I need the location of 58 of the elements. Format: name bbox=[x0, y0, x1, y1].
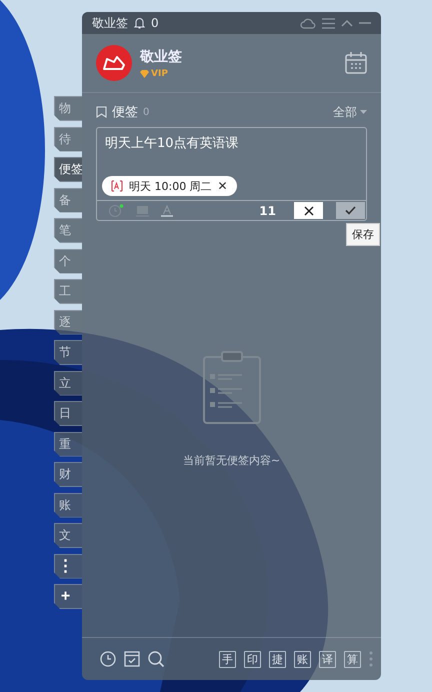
tool-key[interactable]: 译 bbox=[319, 650, 336, 668]
note-editor[interactable]: 明天上午10点有英语课 明天 10:00 周二 ✕ 11 bbox=[96, 127, 367, 221]
cancel-button[interactable] bbox=[294, 202, 323, 219]
clipboard-icon bbox=[202, 350, 262, 424]
side-tab[interactable]: 日 bbox=[54, 401, 82, 426]
reminder-chip[interactable]: 明天 10:00 周二 ✕ bbox=[102, 176, 237, 196]
side-tab[interactable]: 逐 bbox=[54, 310, 82, 334]
more-icon[interactable] bbox=[369, 651, 373, 667]
remove-reminder-button[interactable]: ✕ bbox=[218, 180, 228, 192]
tool-key[interactable]: 算 bbox=[344, 650, 361, 668]
tool-key[interactable]: 捷 bbox=[269, 650, 286, 668]
save-tooltip: 保存 bbox=[346, 223, 380, 246]
notification-count: 0 bbox=[151, 16, 159, 30]
app-logo bbox=[96, 45, 132, 81]
add-tab[interactable]: + bbox=[54, 584, 82, 609]
section-title: 便签 bbox=[112, 104, 138, 121]
calendar-icon[interactable] bbox=[345, 52, 367, 74]
side-tab[interactable]: 待 bbox=[54, 126, 82, 152]
ai-icon bbox=[111, 180, 123, 192]
filter-dropdown[interactable]: 全部 bbox=[333, 104, 367, 120]
tool-key[interactable]: 手 bbox=[219, 650, 236, 668]
tool-key[interactable]: 印 bbox=[244, 650, 261, 668]
character-count: 11 bbox=[259, 204, 276, 218]
check-icon bbox=[345, 206, 356, 215]
reminder-clock-icon[interactable] bbox=[109, 204, 124, 217]
side-tab[interactable]: 重 bbox=[54, 432, 82, 456]
app-title: 敬业签 bbox=[92, 14, 128, 32]
tool-key[interactable]: 账 bbox=[294, 650, 311, 668]
save-button[interactable] bbox=[336, 202, 365, 219]
calendar-check-icon[interactable] bbox=[124, 651, 140, 667]
bell-icon bbox=[134, 17, 145, 29]
vip-badge: VIP bbox=[140, 68, 182, 78]
minimize-icon[interactable] bbox=[359, 21, 371, 25]
collapse-icon[interactable] bbox=[341, 19, 353, 27]
empty-message: 当前暂无便签内容~ bbox=[182, 452, 280, 468]
account-name: 敬业签 bbox=[140, 48, 182, 66]
side-tab[interactable]: 笔 bbox=[54, 218, 82, 243]
search-icon[interactable] bbox=[148, 650, 165, 668]
side-tab[interactable]: 账 bbox=[54, 492, 82, 518]
note-input[interactable]: 明天上午10点有英语课 bbox=[97, 128, 366, 170]
side-tab[interactable]: 工 bbox=[54, 279, 82, 304]
menu-icon[interactable] bbox=[322, 18, 335, 28]
side-tab[interactable]: 个 bbox=[54, 248, 82, 274]
more-tab[interactable]: ⋮ bbox=[54, 554, 82, 578]
side-tab[interactable]: 文 bbox=[54, 523, 82, 548]
cloud-icon[interactable] bbox=[300, 17, 316, 29]
side-tab[interactable]: 备 bbox=[54, 188, 82, 212]
section-count: 0 bbox=[143, 106, 150, 118]
caret-icon bbox=[360, 110, 367, 114]
close-icon bbox=[304, 206, 314, 216]
text-color-icon[interactable] bbox=[161, 204, 173, 216]
side-tab[interactable]: 财 bbox=[54, 462, 82, 487]
clock-icon[interactable] bbox=[100, 651, 116, 667]
side-tab[interactable]: 物 bbox=[54, 96, 82, 121]
reminder-time: 明天 10:00 周二 bbox=[129, 178, 212, 194]
side-tab[interactable]: 立 bbox=[54, 370, 82, 396]
bookmark-icon bbox=[96, 106, 107, 118]
side-tab[interactable]: 节 bbox=[54, 340, 82, 365]
